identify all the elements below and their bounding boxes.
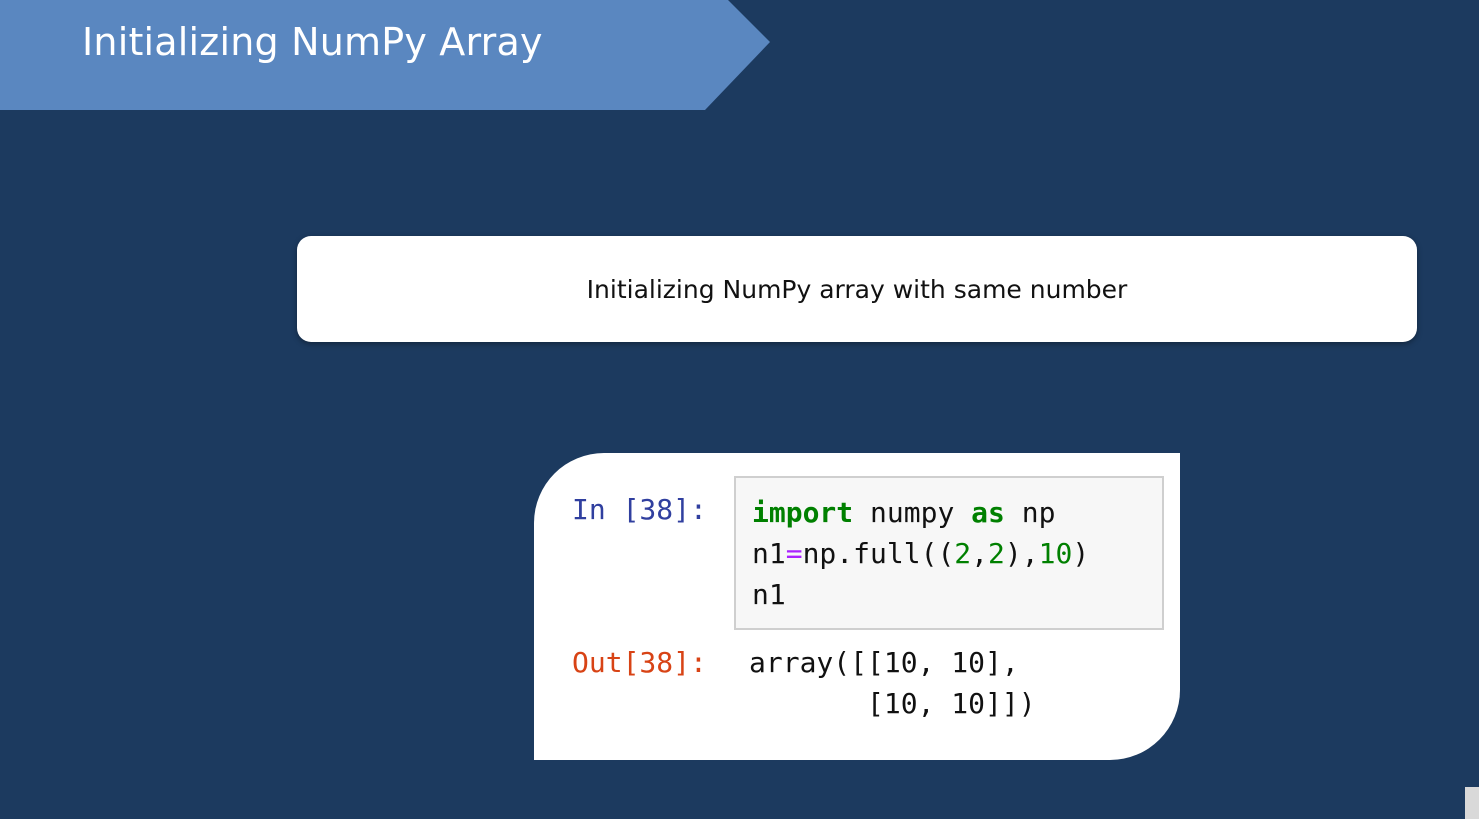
title-banner: Initializing NumPy Array — [0, 0, 770, 110]
code-line-1: import numpy as np — [752, 496, 1055, 529]
code-text: numpy — [853, 496, 972, 529]
notebook-cell-card: In [38]: import numpy as np n1=np.full((… — [534, 453, 1180, 760]
code-text: ), — [1004, 537, 1039, 570]
code-text: , — [971, 537, 989, 570]
number-literal: 10 — [1038, 537, 1073, 570]
code-input-area[interactable]: import numpy as np n1=np.full((2,2),10) … — [734, 476, 1164, 630]
output-line-2: [10, 10]]) — [749, 687, 1036, 720]
code-text: n1 — [752, 537, 786, 570]
subtitle-box: Initializing NumPy array with same numbe… — [297, 236, 1417, 342]
output-prompt: Out[38]: — [572, 646, 707, 679]
slide: Initializing NumPy Array Initializing Nu… — [0, 0, 1479, 819]
subtitle-text: Initializing NumPy array with same numbe… — [586, 274, 1128, 304]
number-literal: 2 — [954, 537, 972, 570]
code-text: np.full(( — [802, 537, 955, 570]
keyword-import: import — [752, 496, 854, 529]
number-literal: 2 — [988, 537, 1005, 570]
input-prompt: In [38]: — [572, 493, 707, 526]
code-line-2: n1=np.full((2,2),10) — [752, 537, 1089, 570]
operator-equals: = — [785, 537, 803, 570]
scrollbar-thumb[interactable] — [1465, 787, 1479, 819]
code-line-3: n1 — [752, 578, 786, 611]
keyword-as: as — [971, 496, 1005, 529]
code-text: np — [1004, 496, 1056, 529]
code-text: ) — [1072, 537, 1090, 570]
slide-title: Initializing NumPy Array — [82, 20, 543, 64]
output-line-1: array([[10, 10], — [749, 646, 1019, 679]
